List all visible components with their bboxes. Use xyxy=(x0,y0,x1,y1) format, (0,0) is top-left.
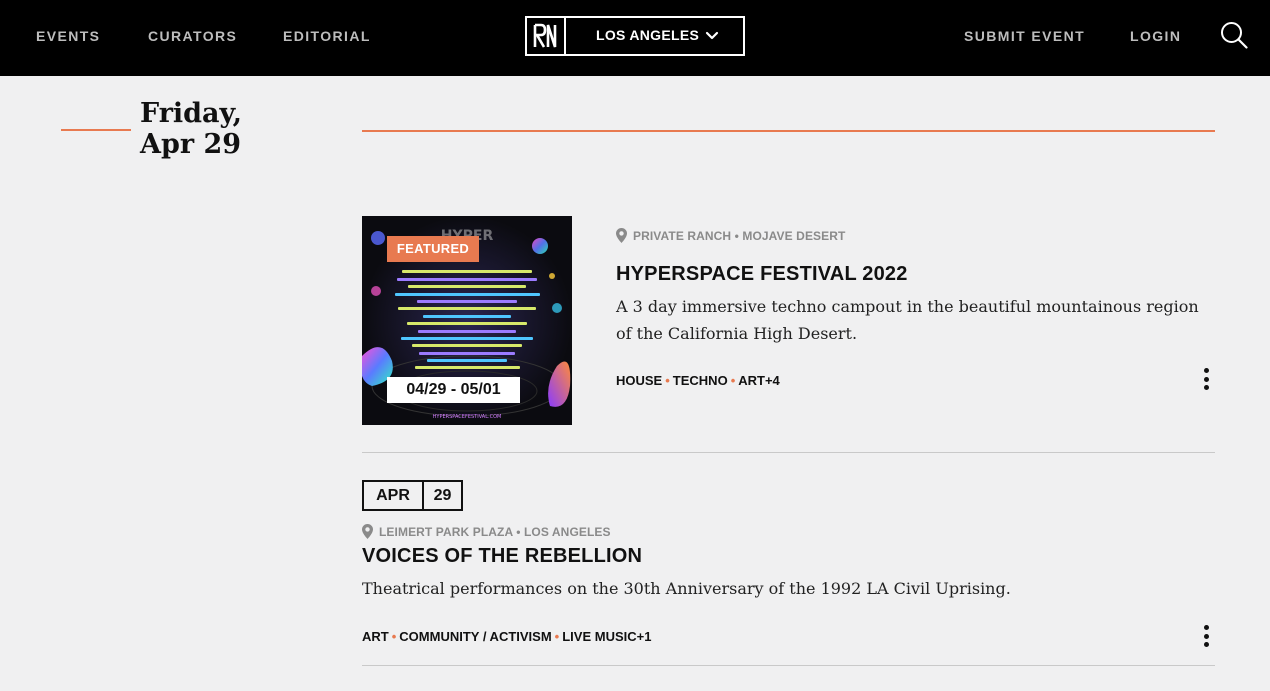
more-options-button[interactable] xyxy=(1201,368,1211,394)
badge-day: 29 xyxy=(433,487,452,504)
event-title[interactable]: VOICES OF THE REBELLION xyxy=(362,545,642,568)
tag-link[interactable]: ART+4 xyxy=(738,373,780,388)
event-title[interactable]: HYPERSPACE FESTIVAL 2022 xyxy=(616,263,908,286)
event-location: PRIVATE RANCH • MOJAVE DESERT xyxy=(633,229,846,243)
day-date: Apr 29 xyxy=(140,129,242,160)
top-navigation: EVENTS CURATORS EDITORIAL LOS ANGELES SU… xyxy=(0,0,1270,76)
city-name: LOS ANGELES xyxy=(596,27,700,43)
event-tags: ART • COMMUNITY / ACTIVISM • LIVE MUSIC+1 xyxy=(362,629,651,644)
date-rule-right xyxy=(362,130,1215,132)
nav-editorial-link[interactable]: EDITORIAL xyxy=(283,28,371,44)
map-pin-icon xyxy=(362,524,373,539)
ra-logo-icon[interactable] xyxy=(527,18,566,54)
tag-link[interactable]: COMMUNITY / ACTIVISM xyxy=(399,629,551,644)
more-vertical-icon xyxy=(1203,368,1209,373)
tag-link[interactable]: HOUSE xyxy=(616,373,662,388)
day-heading: Friday, Apr 29 xyxy=(140,98,320,160)
nav-events-link[interactable]: EVENTS xyxy=(36,28,100,44)
submit-event-link[interactable]: SUBMIT EVENT xyxy=(964,28,1085,44)
nav-curators-link[interactable]: CURATORS xyxy=(148,28,237,44)
event-date-badge: APR 29 xyxy=(362,480,463,511)
tag-link[interactable]: ART xyxy=(362,629,389,644)
poster-lineup xyxy=(392,266,542,374)
map-pin-icon xyxy=(616,228,627,243)
event-divider xyxy=(362,452,1215,453)
event-poster-image[interactable]: HYPER HYPERSPACEFESTIVAL.COM FEATURED 04… xyxy=(362,216,572,425)
tag-separator: • xyxy=(554,629,560,644)
poster-dates: 04/29 - 05/01 xyxy=(387,377,520,403)
tag-link[interactable]: LIVE MUSIC+1 xyxy=(562,629,651,644)
event-tags: HOUSE • TECHNO • ART+4 xyxy=(616,373,780,388)
event-divider xyxy=(362,665,1215,666)
event-location: LEIMERT PARK PLAZA • LOS ANGELES xyxy=(379,525,611,539)
chevron-down-icon xyxy=(705,31,719,40)
featured-badge: FEATURED xyxy=(387,236,479,262)
more-options-button[interactable] xyxy=(1201,625,1211,651)
day-weekday: Friday, xyxy=(140,98,243,129)
badge-month: APR xyxy=(364,482,424,509)
tag-separator: • xyxy=(730,373,736,388)
search-icon[interactable] xyxy=(1220,21,1248,49)
more-vertical-icon xyxy=(1203,625,1209,630)
event-description: Theatrical performances on the 30th Anni… xyxy=(362,579,1011,598)
event-description: A 3 day immersive techno campout in the … xyxy=(616,297,1199,343)
tag-link[interactable]: TECHNO xyxy=(673,373,728,388)
tag-separator: • xyxy=(665,373,670,388)
date-rule-left xyxy=(61,129,131,131)
svg-text:HYPERSPACEFESTIVAL.COM: HYPERSPACEFESTIVAL.COM xyxy=(433,414,502,420)
city-selector[interactable]: LOS ANGELES xyxy=(525,16,745,56)
tag-separator: • xyxy=(391,629,397,644)
login-link[interactable]: LOGIN xyxy=(1130,28,1181,44)
